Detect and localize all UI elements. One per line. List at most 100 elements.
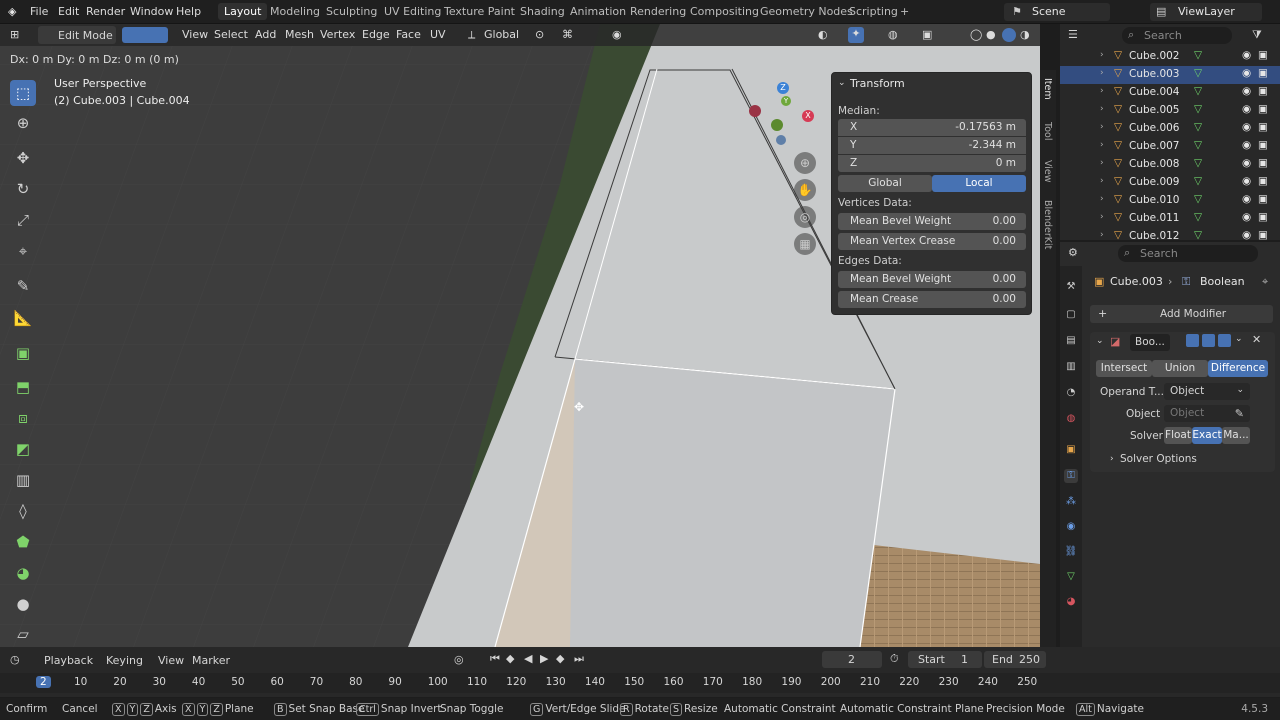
view-layer-tab-icon[interactable]: ▥ [1064, 360, 1078, 374]
render-camera-icon[interactable]: ▣ [1258, 157, 1268, 169]
workspace-tab-scripting[interactable]: Scripting [849, 5, 898, 18]
boolean-intersect-button[interactable]: Intersect [1096, 360, 1152, 377]
expand-chevron-icon[interactable]: › [1100, 212, 1104, 222]
current-frame-field[interactable]: 2 [822, 651, 882, 668]
operand-type-dropdown[interactable]: Object ⌄ [1164, 383, 1250, 400]
timeline-editor-icon[interactable]: ◷ [10, 653, 20, 666]
median-x-field[interactable]: X -0.17563 m [838, 119, 1026, 136]
solver-manifold-button[interactable]: Ma... [1222, 427, 1250, 444]
menu-window[interactable]: Window [130, 5, 173, 18]
scale-tool-icon[interactable]: ⤢ [10, 207, 36, 233]
particles-tab-icon[interactable]: ⁂ [1064, 495, 1078, 509]
gizmo-x-axis[interactable]: X [802, 110, 814, 122]
expand-chevron-icon[interactable]: › [1100, 122, 1104, 132]
shading-rendered-icon[interactable]: ◑ [1020, 28, 1030, 41]
auto-keying-icon[interactable]: ◎ [454, 653, 464, 666]
end-frame-field[interactable]: End 250 [984, 651, 1046, 668]
material-tab-icon[interactable]: ◕ [1064, 595, 1078, 609]
jump-keyframe-forward-icon[interactable]: ◆ [556, 652, 564, 665]
tool-tab-icon[interactable]: ⚒ [1064, 280, 1078, 294]
timeline-menu-keying[interactable]: Keying [106, 654, 143, 667]
play-icon[interactable]: ▶ [540, 652, 548, 665]
render-tab-icon[interactable]: ▢ [1064, 308, 1078, 322]
sidebar-tab-tool[interactable]: Tool [1042, 122, 1053, 140]
viewport-toggle-icon[interactable] [1202, 334, 1215, 347]
visibility-icon[interactable]: ◐ [818, 28, 828, 41]
expand-chevron-icon[interactable]: › [1100, 158, 1104, 168]
outliner-row[interactable]: › ▽ Cube.010 ▽ ◉ ▣ [1060, 192, 1280, 210]
modifier-tab-icon[interactable]: ⚿ [1064, 469, 1078, 483]
global-toggle-button[interactable]: Global [838, 175, 932, 192]
gizmo-neg-z[interactable] [776, 135, 786, 145]
visibility-eye-icon[interactable]: ◉ [1242, 211, 1251, 223]
solver-float-button[interactable]: Float [1164, 427, 1192, 444]
spin-tool-icon[interactable]: ◕ [10, 560, 36, 586]
pan-hand-icon[interactable]: ✋ [794, 179, 816, 201]
modifier-dropdown-icon[interactable]: ⌄ [1235, 334, 1243, 344]
scene-tab-icon[interactable]: ◔ [1064, 386, 1078, 400]
render-camera-icon[interactable]: ▣ [1258, 121, 1268, 133]
start-frame-field[interactable]: Start 1 [908, 651, 982, 668]
render-camera-icon[interactable]: ▣ [1258, 67, 1268, 79]
modifier-delete-icon[interactable]: ✕ [1252, 333, 1261, 346]
world-tab-icon[interactable]: ◍ [1064, 412, 1078, 426]
shading-wireframe-icon[interactable]: ◯ [970, 28, 982, 41]
workspace-tab-animation[interactable]: Animation [570, 5, 626, 18]
outliner-row[interactable]: › ▽ Cube.006 ▽ ◉ ▣ [1060, 120, 1280, 138]
workspace-tab-compositing[interactable]: Compositing [690, 5, 759, 18]
modifier-name-field[interactable]: Boo... [1130, 334, 1170, 351]
outliner-row[interactable]: › ▽ Cube.003 ▽ ◉ ▣ [1060, 66, 1280, 84]
render-camera-icon[interactable]: ▣ [1258, 49, 1268, 61]
select-mode-buttons[interactable] [122, 27, 168, 43]
workspace-tab-sculpting[interactable]: Sculpting [326, 5, 377, 18]
render-camera-icon[interactable]: ▣ [1258, 103, 1268, 115]
constraints-tab-icon[interactable]: ⛓ [1064, 545, 1078, 559]
viewport-menu-uv[interactable]: UV [430, 28, 446, 41]
gizmo-neg-y[interactable] [771, 119, 783, 131]
outliner-row[interactable]: › ▽ Cube.005 ▽ ◉ ▣ [1060, 102, 1280, 120]
object-field[interactable]: Object ✎ [1164, 405, 1250, 422]
timeline-menu-marker[interactable]: Marker [192, 654, 230, 667]
pivot-icon[interactable]: ⊙ [535, 28, 544, 41]
visibility-eye-icon[interactable]: ◉ [1242, 121, 1251, 133]
median-y-field[interactable]: Y -2.344 m [838, 137, 1026, 154]
render-camera-icon[interactable]: ▣ [1258, 193, 1268, 205]
snap-icon[interactable]: ⌘ [562, 28, 573, 41]
scene-selector[interactable]: ⚑ Scene [1004, 3, 1110, 21]
jump-start-icon[interactable]: ⏮ [490, 652, 500, 666]
measure-tool-icon[interactable]: 📐 [10, 305, 36, 331]
pin-icon[interactable]: ⌖ [1262, 275, 1268, 289]
viewport-menu-edge[interactable]: Edge [362, 28, 390, 41]
workspace-tab-uv-editing[interactable]: UV Editing [384, 5, 441, 18]
workspace-tab-modeling[interactable]: Modeling [270, 5, 320, 18]
rotate-tool-icon[interactable]: ↻ [10, 176, 36, 202]
stopwatch-icon[interactable]: ⏱ [890, 652, 899, 666]
outliner-row[interactable]: › ▽ Cube.004 ▽ ◉ ▣ [1060, 84, 1280, 102]
proportional-edit-icon[interactable]: ◉ [612, 28, 622, 41]
vertex-crease-field[interactable]: Mean Vertex Crease 0.00 [838, 233, 1026, 250]
visibility-eye-icon[interactable]: ◉ [1242, 229, 1251, 241]
inset-tool-icon[interactable]: ⧈ [10, 405, 36, 431]
viewport-menu-add[interactable]: Add [255, 28, 276, 41]
render-camera-icon[interactable]: ▣ [1258, 175, 1268, 187]
render-camera-icon[interactable]: ▣ [1258, 211, 1268, 223]
expand-chevron-icon[interactable]: › [1100, 176, 1104, 186]
object-tab-icon[interactable]: ▣ [1064, 443, 1078, 457]
visibility-eye-icon[interactable]: ◉ [1242, 103, 1251, 115]
visibility-eye-icon[interactable]: ◉ [1242, 175, 1251, 187]
sidebar-tab-blenderkit[interactable]: BlenderKit [1042, 200, 1053, 249]
loop-cut-tool-icon[interactable]: ▥ [10, 467, 36, 493]
shear-tool-icon[interactable]: ▱ [10, 621, 36, 647]
solver-options-subpanel[interactable]: Solver Options [1120, 453, 1197, 465]
shading-material-icon[interactable] [1002, 28, 1016, 42]
properties-search-input[interactable]: ⌕ Search [1118, 245, 1258, 262]
modifier-collapse-icon[interactable]: ⌄ [1096, 336, 1104, 346]
viewport-menu-mesh[interactable]: Mesh [285, 28, 314, 41]
camera-view-icon[interactable]: ◎ [794, 206, 816, 228]
menu-render[interactable]: Render [86, 5, 125, 18]
timeline-menu-view[interactable]: View [158, 654, 184, 667]
outliner-row[interactable]: › ▽ Cube.002 ▽ ◉ ▣ [1060, 48, 1280, 66]
poly-build-tool-icon[interactable]: ⬟ [10, 529, 36, 555]
visibility-eye-icon[interactable]: ◉ [1242, 49, 1251, 61]
navigation-gizmo[interactable]: Z Y X [745, 78, 820, 148]
